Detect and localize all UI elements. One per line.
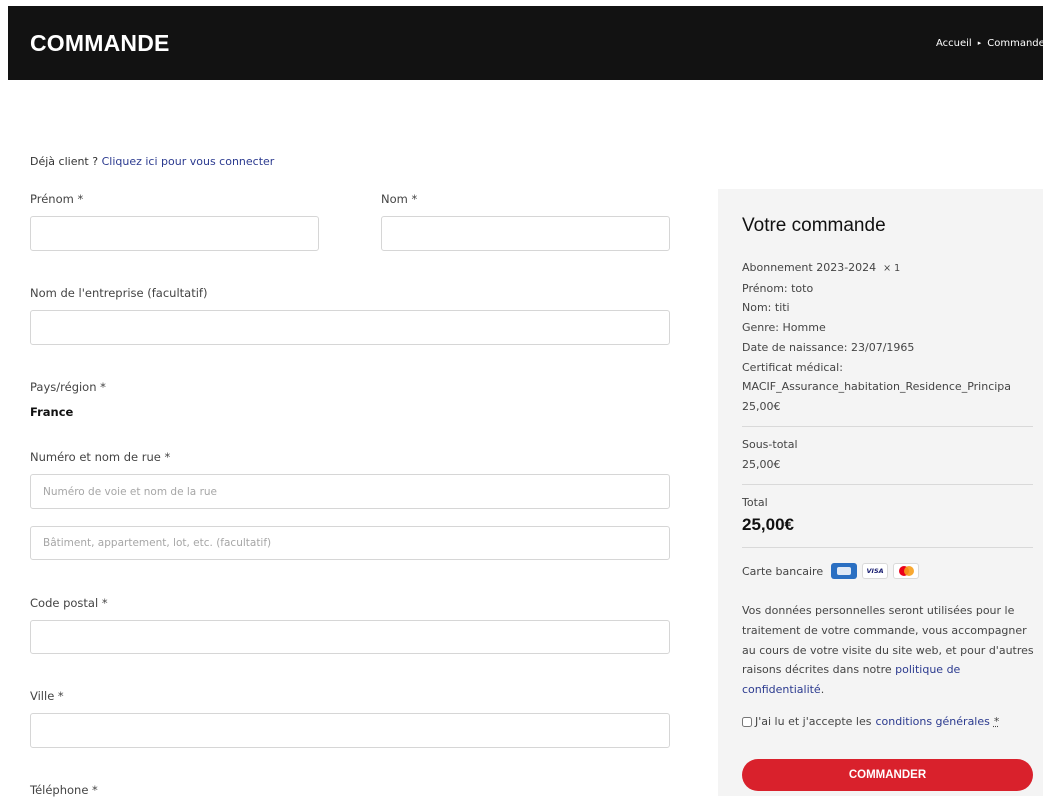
country-value: France xyxy=(30,405,74,419)
privacy-notice: Vos données personnelles seront utilisée… xyxy=(742,601,1040,700)
total-label: Total xyxy=(742,496,768,509)
payment-cards: VISA xyxy=(831,563,924,579)
last-name-input[interactable] xyxy=(381,216,670,251)
divider xyxy=(742,426,1033,427)
page-header: COMMANDE Accueil ▸ Commande xyxy=(8,6,1043,80)
terms-checkbox[interactable] xyxy=(742,716,752,727)
breadcrumb-separator-icon: ▸ xyxy=(977,39,982,47)
place-order-button[interactable]: COMMANDER xyxy=(742,759,1033,791)
terms-text: J'ai lu et j'accepte les xyxy=(755,715,872,728)
order-item-detail: Prénom: toto xyxy=(742,281,814,295)
order-item-detail: Genre: Homme xyxy=(742,321,826,335)
postcode-label: Code postal * xyxy=(30,596,108,610)
order-summary-title: Votre commande xyxy=(742,215,886,236)
order-item-quantity: × 1 xyxy=(883,263,901,274)
postcode-input[interactable] xyxy=(30,620,670,654)
breadcrumb-home-link[interactable]: Accueil xyxy=(936,38,972,49)
payment-method-label: Carte bancaire xyxy=(742,564,824,578)
order-item-price: 25,00€ xyxy=(742,399,781,413)
returning-customer-text: Déjà client ? xyxy=(30,155,99,168)
breadcrumb: Accueil ▸ Commande xyxy=(936,38,1043,49)
order-summary: Votre commande Abonnement 2023-2024 × 1 … xyxy=(718,189,1043,796)
first-name-input[interactable] xyxy=(30,216,319,251)
country-label: Pays/région * xyxy=(30,380,106,394)
city-label: Ville * xyxy=(30,689,64,703)
order-item-detail: Date de naissance: 23/07/1965 xyxy=(742,340,915,354)
last-name-label: Nom * xyxy=(381,192,418,206)
mastercard-icon xyxy=(893,563,920,579)
city-input[interactable] xyxy=(30,713,670,748)
phone-label: Téléphone * xyxy=(30,783,98,797)
subtotal-label: Sous-total xyxy=(742,438,798,451)
company-input[interactable] xyxy=(30,310,670,345)
street2-input[interactable] xyxy=(30,526,670,560)
returning-customer-notice: Déjà client ? Cliquez ici pour vous conn… xyxy=(30,155,274,168)
subtotal-value: 25,00€ xyxy=(742,458,781,471)
divider xyxy=(742,484,1033,485)
order-item: Abonnement 2023-2024 × 1 Prénom: toto No… xyxy=(742,258,1042,417)
street-input[interactable] xyxy=(30,474,670,509)
cb-card-icon xyxy=(831,563,858,579)
page-title: COMMANDE xyxy=(30,30,170,56)
street-label: Numéro et nom de rue * xyxy=(30,450,171,464)
total-value: 25,00€ xyxy=(742,515,794,534)
order-item-detail: Nom: titi xyxy=(742,301,790,315)
privacy-end: . xyxy=(820,683,825,697)
terms-row: J'ai lu et j'accepte les conditions géné… xyxy=(742,715,999,728)
payment-method: Carte bancaire VISA xyxy=(742,563,924,579)
order-item-detail: Certificat médical: xyxy=(742,360,843,374)
visa-card-icon: VISA xyxy=(862,563,889,579)
company-label: Nom de l'entreprise (facultatif) xyxy=(30,286,208,300)
privacy-text: Vos données personnelles seront utilisée… xyxy=(742,604,1034,677)
first-name-label: Prénom * xyxy=(30,192,84,206)
login-link[interactable]: Cliquez ici pour vous connecter xyxy=(102,155,275,168)
terms-link[interactable]: conditions générales xyxy=(875,715,989,728)
breadcrumb-current: Commande xyxy=(987,38,1043,49)
order-item-detail: MACIF_Assurance_habitation_Residence_Pri… xyxy=(742,380,1012,394)
terms-required-marker: * xyxy=(993,715,1000,728)
order-item-name: Abonnement 2023-2024 xyxy=(742,261,877,274)
divider xyxy=(742,547,1033,548)
